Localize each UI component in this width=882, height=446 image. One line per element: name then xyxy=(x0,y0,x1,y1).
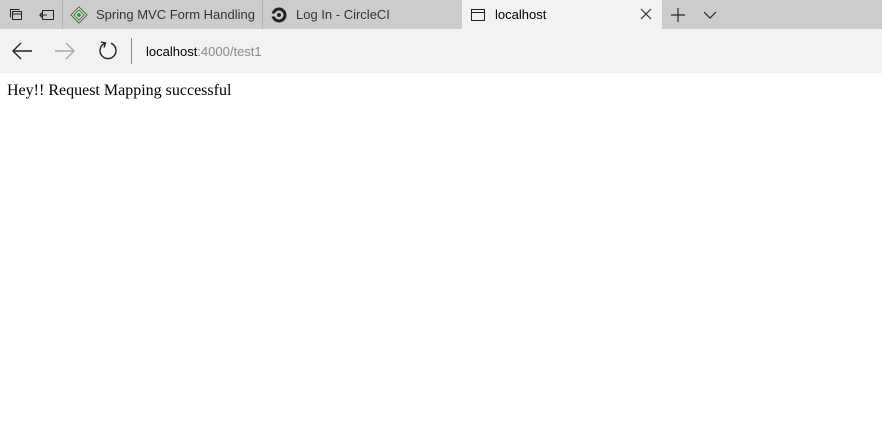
close-icon xyxy=(640,8,652,20)
tab-title: Log In - CircleCI xyxy=(296,7,390,22)
tab-list-button[interactable] xyxy=(694,0,726,29)
address-divider xyxy=(131,38,132,64)
spring-diamond-icon xyxy=(70,5,88,24)
tab-preview-icon xyxy=(9,8,22,20)
url-host: localhost xyxy=(146,43,198,59)
page-icon xyxy=(469,6,487,24)
set-tabs-aside-button[interactable] xyxy=(31,0,62,29)
tab-spring-mvc[interactable]: Spring MVC Form Handling xyxy=(62,0,262,29)
circleci-icon xyxy=(270,6,288,24)
page-content: Hey!! Request Mapping successful xyxy=(0,73,882,446)
tab-title: localhost xyxy=(495,7,547,22)
refresh-icon xyxy=(98,41,117,60)
tab-localhost[interactable]: localhost xyxy=(462,0,662,29)
refresh-button[interactable] xyxy=(86,29,129,73)
plus-icon xyxy=(671,7,685,22)
tab-strip: Spring MVC Form Handling Log In - Circle… xyxy=(0,0,882,29)
navigation-bar: localhost:4000/test1 xyxy=(0,29,882,73)
set-tabs-aside-icon xyxy=(38,9,54,20)
url-path: :4000/test1 xyxy=(197,43,262,59)
new-tab-button[interactable] xyxy=(662,0,694,29)
tab-circleci[interactable]: Log In - CircleCI xyxy=(262,0,462,29)
address-field[interactable]: localhost:4000/test1 xyxy=(146,44,262,59)
page-message: Hey!! Request Mapping successful xyxy=(7,82,232,99)
close-tab-button[interactable] xyxy=(638,6,654,22)
forward-arrow-icon xyxy=(54,42,75,60)
forward-button[interactable] xyxy=(43,29,86,73)
tab-title: Spring MVC Form Handling xyxy=(96,7,255,22)
back-arrow-icon xyxy=(11,42,32,60)
chevron-down-icon xyxy=(703,11,717,19)
tab-preview-button[interactable] xyxy=(0,0,31,29)
back-button[interactable] xyxy=(0,29,43,73)
